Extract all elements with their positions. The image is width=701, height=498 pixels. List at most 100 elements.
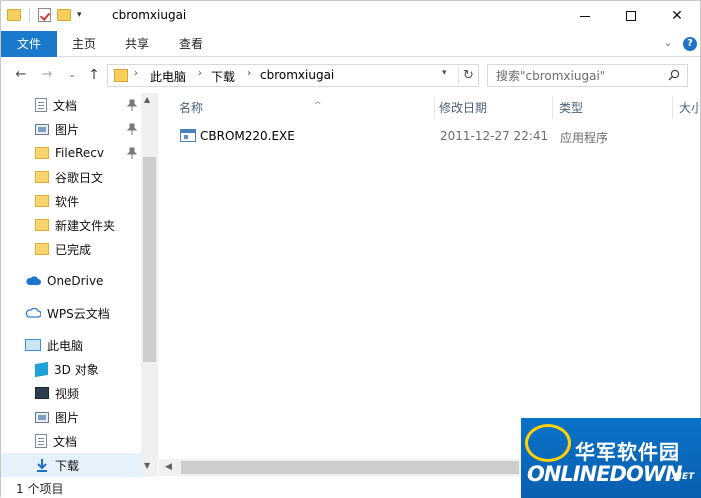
- maximize-icon: [626, 11, 636, 21]
- sidebar-item-3d-objects[interactable]: 3D 对象: [1, 357, 141, 381]
- tab-file[interactable]: 文件: [1, 31, 57, 57]
- sidebar-item-new-folder[interactable]: 新建文件夹: [1, 213, 141, 237]
- column-header-type[interactable]: 类型: [555, 97, 673, 119]
- forward-button[interactable]: →: [38, 66, 56, 84]
- sidebar-item-filerecv[interactable]: FileRecv: [1, 141, 141, 165]
- document-icon: [35, 434, 47, 448]
- sidebar-item-downloads[interactable]: 下载: [1, 453, 141, 477]
- sidebar-item-this-pc[interactable]: 此电脑: [1, 333, 141, 357]
- customize-toolbar-dropdown-icon[interactable]: ▾: [77, 10, 82, 20]
- file-list: 名称 ^ 修改日期 类型 大小 CBROM220.EXE 2011-12-27 …: [159, 93, 700, 459]
- column-header-name[interactable]: 名称 ^: [175, 97, 435, 119]
- minimize-button[interactable]: [562, 1, 608, 31]
- table-row[interactable]: CBROM220.EXE 2011-12-27 22:41 应用程序: [173, 125, 611, 147]
- pin-icon[interactable]: [127, 123, 137, 135]
- 3d-objects-icon: [35, 361, 48, 377]
- search-input[interactable]: [496, 68, 656, 84]
- sidebar-item-videos[interactable]: 视频: [1, 381, 141, 405]
- video-icon: [35, 387, 49, 399]
- sidebar-item-google-japanese[interactable]: 谷歌日文: [1, 165, 141, 189]
- file-modified-date: 2011-12-27 22:41: [440, 129, 549, 143]
- scrollbar-thumb[interactable]: [143, 157, 156, 362]
- sidebar-item-pictures[interactable]: 图片: [1, 117, 141, 141]
- sidebar-item-onedrive[interactable]: OneDrive: [1, 269, 141, 293]
- tab-share[interactable]: 共享: [111, 31, 163, 57]
- column-header-label: 修改日期: [439, 101, 488, 115]
- sidebar-item-label: FileRecv: [55, 146, 104, 160]
- folder-icon: [114, 69, 128, 82]
- sidebar-item-label: 视频: [55, 386, 80, 401]
- document-icon: [35, 98, 47, 112]
- sidebar-item-label: 图片: [55, 410, 80, 425]
- help-icon[interactable]: ?: [683, 37, 697, 51]
- sidebar-item-label: WPS云文档: [47, 306, 110, 321]
- pin-icon[interactable]: [127, 147, 137, 159]
- breadcrumb-separator[interactable]: ›: [247, 68, 251, 79]
- navigation-bar: ← → ⌄ ↑ › 此电脑 › 下载 › cbromxiugai ▾ ↻: [1, 58, 700, 92]
- title-bar: ▾ cbromxiugai ✕: [1, 1, 700, 31]
- sidebar-item-label: 图片: [55, 122, 80, 137]
- watermark-suffix: .NET: [671, 472, 695, 482]
- onedrive-icon: [26, 276, 41, 285]
- sidebar-item-label: 已完成: [55, 242, 92, 257]
- file-name: CBROM220.EXE: [200, 129, 295, 143]
- scroll-up-icon[interactable]: ▲: [144, 95, 150, 104]
- window-title: cbromxiugai: [112, 8, 187, 22]
- ribbon-tabs: 文件 主页 共享 查看 ⌄ ?: [1, 31, 700, 57]
- breadcrumb-current-folder[interactable]: cbromxiugai: [260, 68, 334, 82]
- close-button[interactable]: ✕: [654, 1, 700, 31]
- pin-icon[interactable]: [127, 99, 137, 111]
- minimize-icon: [580, 15, 590, 17]
- application-icon: [180, 129, 196, 142]
- sidebar-item-wps-cloud[interactable]: WPS云文档: [1, 301, 141, 325]
- tab-view[interactable]: 查看: [165, 31, 217, 57]
- folder-icon: [7, 9, 21, 21]
- sidebar-item-label: 软件: [55, 194, 80, 209]
- sidebar-item-completed[interactable]: 已完成: [1, 237, 141, 261]
- breadcrumb-downloads[interactable]: 下载: [211, 68, 235, 85]
- sidebar-item-pictures-pc[interactable]: 图片: [1, 405, 141, 429]
- navigation-pane: 文档 图片 FileRecv 谷歌日文 软件 新建文件夹 已完成 OneDriv…: [1, 93, 158, 477]
- navigation-pane-scrollbar[interactable]: ▲ ▼: [141, 93, 158, 477]
- folder-icon: [35, 195, 49, 207]
- quick-access-toolbar: ▾: [7, 8, 82, 22]
- column-header-date[interactable]: 修改日期: [435, 97, 553, 119]
- address-bar[interactable]: › 此电脑 › 下载 › cbromxiugai ▾ ↻: [107, 64, 479, 87]
- sidebar-item-documents[interactable]: 文档: [1, 93, 141, 117]
- breadcrumb-separator[interactable]: ›: [134, 68, 138, 79]
- up-button[interactable]: ↑: [85, 66, 103, 84]
- expand-ribbon-chevron-icon[interactable]: ⌄: [661, 36, 675, 50]
- scroll-down-icon[interactable]: ▼: [144, 461, 150, 470]
- folder-icon: [35, 243, 49, 255]
- breadcrumb-this-pc[interactable]: 此电脑: [150, 68, 186, 85]
- wps-cloud-icon: [25, 308, 41, 318]
- breadcrumb-separator[interactable]: ›: [198, 68, 202, 79]
- sidebar-item-software[interactable]: 软件: [1, 189, 141, 213]
- folder-icon: [35, 171, 49, 183]
- column-header-size[interactable]: 大小: [675, 97, 700, 119]
- recent-locations-button[interactable]: ⌄: [63, 66, 81, 84]
- column-header-label: 大小: [679, 101, 700, 115]
- maximize-button[interactable]: [608, 1, 654, 31]
- folder-icon: [35, 147, 49, 159]
- file-type: 应用程序: [560, 131, 609, 145]
- new-folder-icon[interactable]: [57, 9, 71, 21]
- search-icon[interactable]: [668, 69, 680, 81]
- sidebar-item-documents-pc[interactable]: 文档: [1, 429, 141, 453]
- sidebar-item-label: 文档: [53, 434, 78, 449]
- address-history-dropdown-icon[interactable]: ▾: [442, 68, 447, 78]
- scrollbar-thumb[interactable]: [181, 461, 519, 474]
- refresh-icon[interactable]: ↻: [458, 66, 478, 85]
- pictures-icon: [35, 411, 49, 423]
- scroll-left-icon[interactable]: ◀: [165, 462, 172, 472]
- column-header-label: 名称: [179, 101, 204, 115]
- properties-icon[interactable]: [38, 8, 51, 22]
- back-button[interactable]: ←: [12, 66, 30, 84]
- sidebar-item-label: 文档: [53, 98, 78, 113]
- folder-icon: [35, 219, 49, 231]
- close-icon: ✕: [671, 8, 683, 24]
- search-box[interactable]: [487, 64, 688, 87]
- pictures-icon: [35, 123, 49, 135]
- tab-home[interactable]: 主页: [59, 31, 109, 57]
- download-icon: [37, 459, 47, 472]
